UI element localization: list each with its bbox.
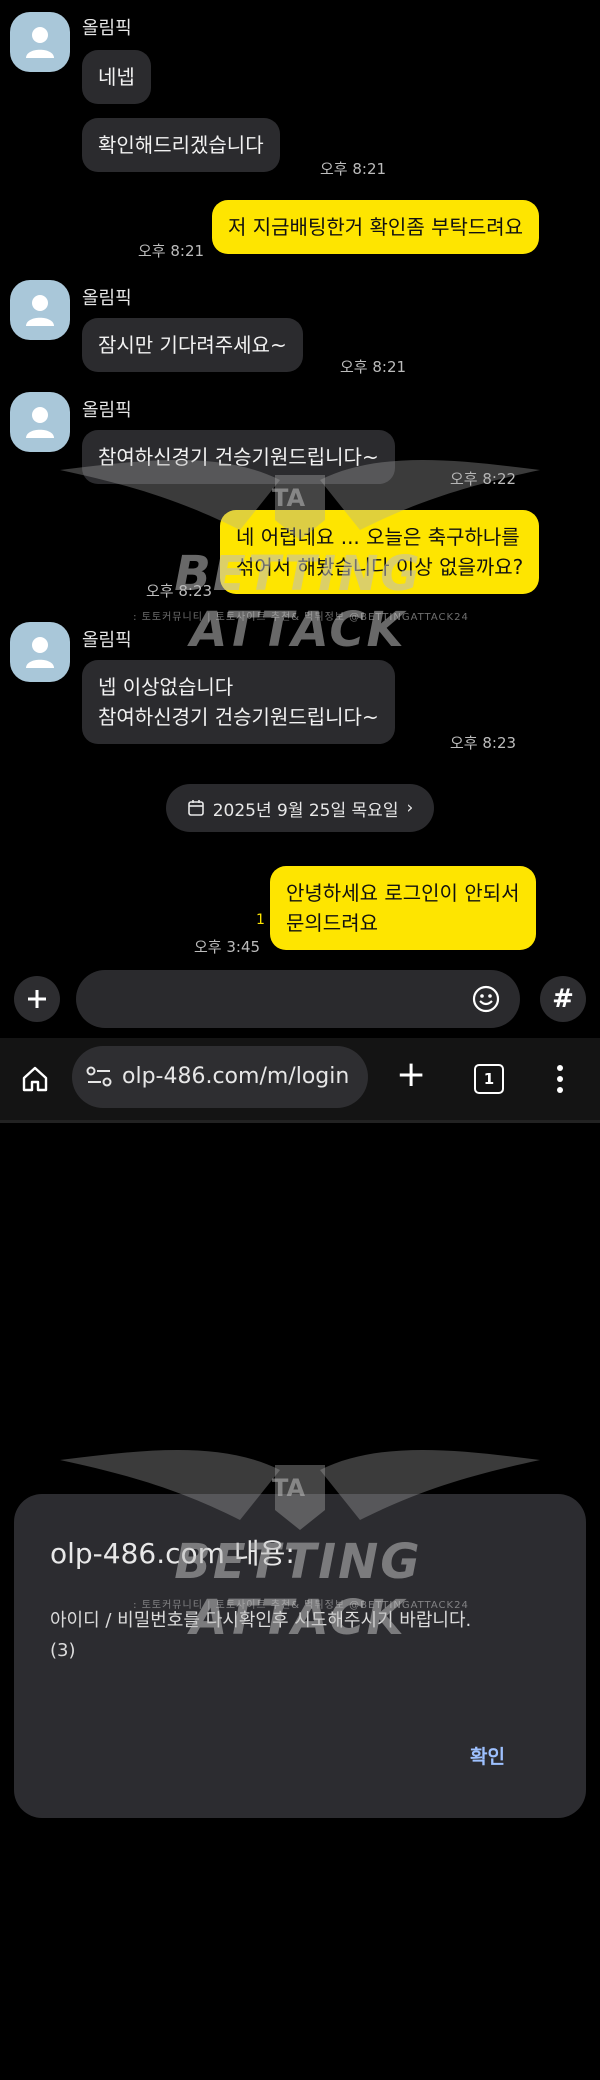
- message-bubble[interactable]: 네넵: [82, 50, 151, 104]
- sender-name: 올림픽: [82, 18, 132, 39]
- dialog-message: 아이디 / 비밀번호를 다시확인후 시도해주시기 바랍니다. (3): [50, 1610, 472, 1661]
- date-divider-label: 2025년 9월 25일 목요일: [212, 800, 399, 821]
- person-icon: [26, 27, 54, 58]
- avatar[interactable]: [10, 12, 70, 72]
- new-tab-button[interactable]: +: [396, 1054, 426, 1095]
- avatar[interactable]: [10, 622, 70, 682]
- message-time: 오후 8:23: [450, 734, 517, 752]
- sender-name: 올림픽: [82, 288, 132, 309]
- watermark-tagline: : 토토커뮤니티 | 토토사이트 추천& 먹튀정보 @BETTINGATTACK…: [133, 612, 469, 623]
- avatar[interactable]: [10, 392, 70, 452]
- message-time: 오후 8:21: [320, 160, 387, 178]
- hashtag-button[interactable]: #: [540, 976, 586, 1022]
- sender-name: 올림픽: [82, 630, 132, 651]
- site-settings-icon[interactable]: [86, 1066, 112, 1088]
- message-bubble[interactable]: 넵 이상없습니다 참여하신경기 건승기원드립니다~: [82, 660, 395, 744]
- message-bubble-mine[interactable]: 저 지금배팅한거 확인좀 부탁드려요: [212, 200, 540, 254]
- person-icon: [26, 407, 54, 438]
- date-divider[interactable]: 2025년 9월 25일 목요일 ›: [166, 784, 434, 832]
- person-icon: [26, 637, 54, 668]
- url-text: olp-486.com/m/login: [122, 1064, 350, 1089]
- message-bubble[interactable]: 잠시만 기다려주세요~: [82, 318, 303, 372]
- tab-switcher-button[interactable]: 1: [474, 1064, 504, 1094]
- watermark-badge-text: TA: [272, 484, 306, 512]
- unread-count: 1: [256, 912, 265, 928]
- dialog-title: olp-486.com 내용:: [50, 1537, 295, 1570]
- emoji-icon[interactable]: [472, 985, 500, 1013]
- message-time: 오후 8:22: [450, 470, 517, 488]
- chevron-right-icon: ›: [406, 798, 414, 818]
- sender-name: 올림픽: [82, 400, 132, 421]
- url-bar[interactable]: olp-486.com/m/login: [72, 1046, 368, 1108]
- message-input[interactable]: [76, 970, 520, 1028]
- message-bubble-mine[interactable]: 안녕하세요 로그인이 안되서 문의드려요: [270, 866, 536, 950]
- message-time: 오후 8:23: [146, 582, 213, 600]
- avatar[interactable]: [10, 280, 70, 340]
- message-time: 오후 8:21: [340, 358, 407, 376]
- person-icon: [26, 295, 54, 326]
- message-input-bar: #: [0, 966, 600, 1032]
- home-icon[interactable]: [20, 1064, 50, 1094]
- more-vert-icon[interactable]: [556, 1064, 564, 1094]
- message-bubble[interactable]: 참여하신경기 건승기원드립니다~: [82, 430, 395, 484]
- message-bubble-mine[interactable]: 네 어렵네요 ... 오늘은 축구하나를 섞어서 해봤습니다 이상 없을까요?: [220, 510, 540, 594]
- plus-icon: [28, 990, 46, 1008]
- dialog-ok-button[interactable]: 확인: [470, 1742, 505, 1769]
- message-time: 오후 8:21: [138, 242, 205, 260]
- attach-plus-button[interactable]: [14, 976, 60, 1022]
- message-bubble[interactable]: 확인해드리겠습니다: [82, 118, 280, 172]
- divider: [0, 1120, 600, 1123]
- browser-toolbar: olp-486.com/m/login + 1: [0, 1038, 600, 1120]
- calendar-icon: [187, 800, 204, 816]
- message-time: 오후 3:45: [194, 938, 261, 956]
- alert-dialog: olp-486.com 내용: 아이디 / 비밀번호를 다시확인후 시도해주시기…: [14, 1494, 586, 1818]
